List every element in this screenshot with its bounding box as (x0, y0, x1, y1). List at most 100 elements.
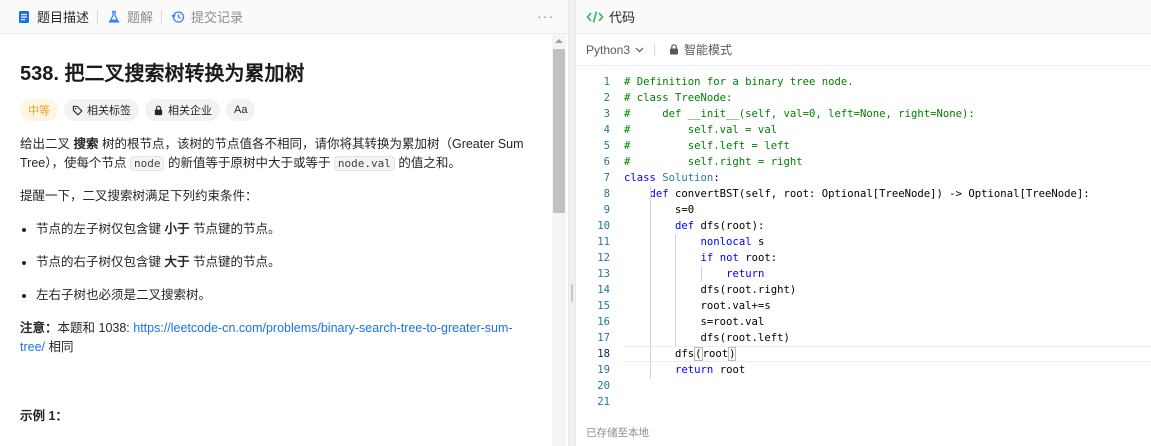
line-number: 21 (597, 396, 610, 408)
emphasis: 搜索 (73, 137, 99, 151)
description-scrollbar[interactable] (552, 35, 566, 446)
line-number: 18 (597, 348, 610, 360)
history-icon (170, 9, 186, 25)
description-paragraph: 给出二叉 搜索 树的根节点，该树的节点值各不相同，请你将其转换为累加树（Grea… (20, 135, 532, 173)
tab-description[interactable]: 题目描述 (8, 0, 97, 34)
line-number: 20 (597, 380, 610, 392)
code-line[interactable]: 7 class Solution: (576, 170, 1151, 186)
code-line[interactable]: 19 return root (576, 362, 1151, 378)
lock-icon (669, 44, 679, 55)
code-editor[interactable]: 1 # Definition for a binary tree node. 2 # … (576, 74, 1151, 420)
tab-solutions[interactable]: 题解 (98, 0, 161, 34)
code-line[interactable]: 21 (576, 394, 1151, 410)
line-number: 10 (597, 220, 610, 232)
code-text: class Solution: (624, 172, 720, 184)
code-text: dfs(root) (624, 347, 737, 361)
smart-mode-toggle[interactable]: 智能模式 (669, 41, 732, 58)
problem-title: 538. 把二叉搜索树转换为累加树 (20, 63, 305, 85)
tab-submissions[interactable]: 提交记录 (162, 0, 251, 34)
line-number: 8 (603, 188, 610, 200)
code-line[interactable]: 1 # Definition for a binary tree node. (576, 74, 1151, 90)
code-text: def dfs(root): (675, 220, 765, 232)
related-tags-button[interactable]: 相关标签 (64, 99, 139, 121)
code-line[interactable]: 20 (576, 378, 1151, 394)
note-label: 注意： (20, 321, 58, 335)
list-item: 左右子树也必须是二叉搜索树。 (36, 286, 532, 305)
code-line[interactable]: 10 def dfs(root): (576, 218, 1151, 234)
scroll-up-arrow-icon[interactable] (555, 39, 563, 43)
code-icon (586, 10, 604, 24)
smart-mode-label: 智能模式 (684, 43, 733, 57)
line-number: 7 (603, 172, 610, 184)
indent-guide (649, 186, 651, 378)
code-line[interactable]: 5 # self.left = left (576, 138, 1151, 154)
code-panel: 代码 Python3 智能模式 1 # Definition for a bina… (575, 0, 1151, 446)
toolbar-divider (654, 43, 656, 56)
indent-guide (675, 234, 677, 346)
indent-guide (700, 266, 702, 282)
line-number: 3 (603, 108, 610, 120)
resize-handle[interactable] (571, 284, 573, 302)
line-number: 6 (603, 156, 610, 168)
code-line[interactable]: 16 s=root.val (576, 314, 1151, 330)
related-companies-label: 相关企业 (168, 105, 212, 117)
code-line[interactable]: 14 dfs(root.right) (576, 282, 1151, 298)
editor-toolbar: Python3 智能模式 (576, 34, 1151, 66)
more-options-icon[interactable]: ··· (537, 8, 554, 24)
problem-content: 538. 把二叉搜索树转换为累加树 中等 相关标签 相关企业 Aa 给出二叉 搜… (0, 35, 552, 446)
problem-description: 给出二叉 搜索 树的根节点，该树的节点值各不相同，请你将其转换为累加树（Grea… (20, 135, 532, 426)
code-text: # self.val = val (624, 124, 778, 136)
document-icon (16, 9, 32, 25)
related-tags-label: 相关标签 (87, 105, 131, 117)
line-number: 19 (597, 364, 610, 376)
code-text: # self.right = right (624, 156, 803, 168)
example-heading: 示例 1： (20, 409, 68, 423)
code-text: return (726, 268, 765, 280)
code-line[interactable]: 9 s=0 (576, 202, 1151, 218)
code-text: root.val+=s (624, 300, 771, 312)
code-text: # self.left = left (624, 140, 790, 152)
code-line[interactable]: 13 return (576, 266, 1151, 282)
line-number: 17 (597, 332, 610, 344)
code-line[interactable]: 2 # class TreeNode: (576, 90, 1151, 106)
text: 的新值等于原树中大于或等于 (164, 156, 334, 170)
code-line[interactable]: 8 def convertBST(self, root: Optional[Tr… (576, 186, 1151, 202)
flask-icon (106, 9, 122, 25)
problem-tags: 中等 相关标签 相关企业 Aa (20, 99, 532, 121)
text: 相同 (45, 340, 74, 354)
text: 本题和 1038: (57, 321, 134, 335)
code-line[interactable]: 3 # def __init__(self, val=0, left=None, … (576, 106, 1151, 122)
language-label: Python3 (586, 42, 631, 57)
code-line[interactable]: 4 # self.val = val (576, 122, 1151, 138)
note-paragraph: 注意：本题和 1038: https://leetcode-cn.com/pro… (20, 319, 532, 357)
code-text: # class TreeNode: (624, 92, 733, 104)
line-number: 14 (597, 284, 610, 296)
lock-icon (153, 105, 164, 116)
code-line[interactable]: 11 nonlocal s (576, 234, 1151, 250)
language-select[interactable]: Python3 (586, 43, 644, 57)
code-line[interactable]: 6 # self.right = right (576, 154, 1151, 170)
line-number: 4 (603, 124, 610, 136)
code-text: def convertBST(self, root: Optional[Tree… (649, 188, 1090, 200)
code-text: return root (675, 364, 746, 376)
line-number: 13 (597, 268, 610, 280)
code-text: nonlocal s (700, 236, 765, 248)
code-line[interactable]: 17 dfs(root.left) (576, 330, 1151, 346)
code-line[interactable]: 15 root.val+=s (576, 298, 1151, 314)
code-text: # Definition for a binary tree node. (624, 76, 854, 88)
line-number: 12 (597, 252, 610, 264)
line-number: 5 (603, 140, 610, 152)
constraint-list: 节点的左子树仅包含键 小于 节点键的节点。 节点的右子树仅包含键 大于 节点键的… (20, 220, 532, 305)
scrollbar-thumb[interactable] (553, 49, 565, 213)
font-size-button[interactable]: Aa (226, 99, 256, 121)
problem-panel: 题目描述 题解 提交记录 ··· 538. 把二叉搜索树转换为累加树 中等 相关… (0, 0, 569, 446)
code-header: 代码 (576, 0, 1151, 34)
related-companies-button[interactable]: 相关企业 (145, 99, 220, 121)
code-title: 代码 (609, 10, 636, 25)
code-line[interactable]: 12 if not root: (576, 250, 1151, 266)
tab-label: 题解 (127, 10, 154, 25)
line-number: 15 (597, 300, 610, 312)
tab-label: 提交记录 (191, 10, 244, 25)
code-line[interactable]: 18 dfs(root) (576, 346, 1151, 362)
code-text: s=0 (624, 204, 695, 216)
